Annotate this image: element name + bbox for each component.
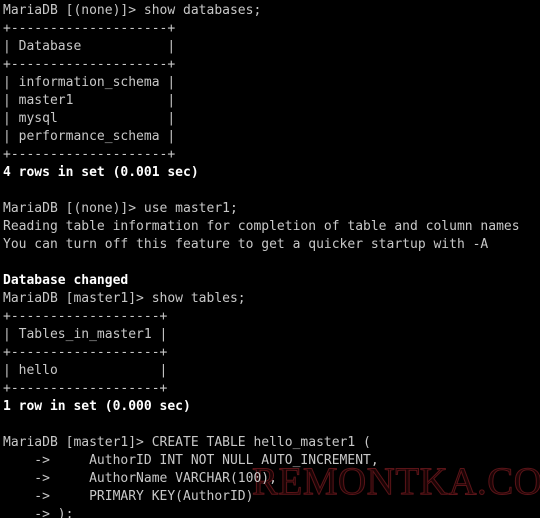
terminal-line: MariaDB [(none)]> show databases;: [3, 3, 262, 18]
terminal-line: | Tables_in_master1 |: [3, 327, 168, 342]
terminal-line: -> PRIMARY KEY(AuthorID): [3, 489, 254, 504]
terminal-line: +--------------------+: [3, 21, 176, 36]
terminal-line: +--------------------+: [3, 147, 176, 162]
terminal-line: Reading table information for completion…: [3, 219, 520, 234]
terminal-window[interactable]: REMONTKA.COM MariaDB [(none)]> show data…: [0, 0, 540, 518]
terminal-line: 4 rows in set (0.001 sec): [3, 165, 199, 180]
terminal-line: | hello |: [3, 363, 168, 378]
terminal-line: | performance_schema |: [3, 129, 176, 144]
terminal-line: +--------------------+: [3, 57, 176, 72]
terminal-line: +-------------------+: [3, 345, 168, 360]
terminal-line: | master1 |: [3, 93, 176, 108]
terminal-line: -> AuthorName VARCHAR(100),: [3, 471, 277, 486]
terminal-line: +-------------------+: [3, 381, 168, 396]
terminal-line: 1 row in set (0.000 sec): [3, 399, 191, 414]
terminal-line: You can turn off this feature to get a q…: [3, 237, 489, 252]
terminal-line: Database changed: [3, 273, 129, 288]
terminal-output-area[interactable]: MariaDB [(none)]> show databases; +------…: [3, 2, 540, 518]
terminal-line: | information_schema |: [3, 75, 176, 90]
terminal-line: | mysql |: [3, 111, 176, 126]
terminal-line: -> );: [3, 507, 74, 518]
terminal-line: +-------------------+: [3, 309, 168, 324]
terminal-line: | Database |: [3, 39, 176, 54]
terminal-line: MariaDB [master1]> CREATE TABLE hello_ma…: [3, 435, 371, 450]
terminal-line: -> AuthorID INT NOT NULL AUTO_INCREMENT,: [3, 453, 379, 468]
terminal-line: MariaDB [master1]> show tables;: [3, 291, 246, 306]
terminal-line: MariaDB [(none)]> use master1;: [3, 201, 238, 216]
